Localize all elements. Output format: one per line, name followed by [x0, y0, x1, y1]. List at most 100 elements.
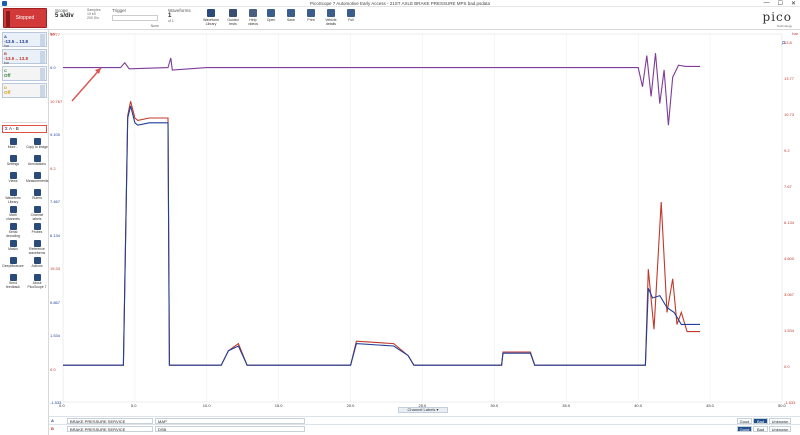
sidebar-tool-label: Rulers: [32, 196, 42, 200]
sidebar-tool-label: Send feedback: [6, 281, 20, 289]
sidebar-tool-serial-decoding[interactable]: Serial decoding: [2, 223, 24, 238]
sidebar-tool-more[interactable]: More...: [2, 138, 24, 150]
channel-b-options[interactable]: [40, 51, 45, 63]
fullscreen-icon: [347, 9, 355, 17]
sidebar-tool-about-picoscope-7[interactable]: About PicoScope 7: [26, 274, 48, 289]
save-button[interactable]: Save: [282, 9, 300, 22]
math-channel-a-minus-b[interactable]: Σ A - B: [2, 125, 47, 133]
sidebar-tool-label: Annotations: [28, 162, 46, 166]
row-b-bad-button[interactable]: Bad: [753, 426, 768, 432]
sidebar-tool-label: Copy to image: [26, 145, 48, 149]
video-icon: [249, 9, 257, 17]
sidebar-tool-label: Reference waveforms: [28, 247, 46, 255]
right-axis-tick: 1.534: [784, 328, 795, 333]
sidebar-tool-math-channels[interactable]: Math channels: [2, 206, 24, 221]
sidebar-tool-probes[interactable]: Probes: [26, 223, 48, 235]
run-stop-button[interactable]: Stopped: [3, 8, 47, 28]
sidebar-tool-actions[interactable]: Actions: [26, 257, 48, 269]
info-icon: [33, 274, 41, 281]
row-b-unknown-button[interactable]: Unknown: [769, 426, 791, 432]
sidebar-tool-send-feedback[interactable]: Send feedback: [2, 274, 24, 289]
row-b-channel: B: [51, 426, 54, 431]
sidebar-tool-masks[interactable]: Masks: [2, 240, 24, 252]
channel-a-unit: bar: [4, 44, 10, 48]
sidebar-tool-settings[interactable]: Settings: [2, 155, 24, 167]
x-axis-tick: 30.0: [490, 403, 499, 408]
sidebar-tool-views[interactable]: Views: [2, 172, 24, 184]
title-bar: PicoScope 7 Automotive Early Access - 21…: [0, 0, 800, 7]
sidebar-tool-label: Measurements: [26, 179, 49, 183]
left-axis-tick: 1.534: [50, 333, 61, 339]
channel-label-row-b: B BRAKE PRESSURE SERVICE DSB Good Bad Un…: [49, 424, 800, 432]
print-button[interactable]: Print: [302, 9, 320, 22]
sample-rate-value[interactable]: 200 S/s: [87, 16, 109, 20]
timebase-value[interactable]: 5 s/div: [55, 13, 87, 19]
sidebar-tool-label: Masks: [8, 247, 18, 251]
guided-tests-button[interactable]: Guided tests: [224, 9, 242, 26]
run-stop-label: Stopped: [15, 15, 35, 21]
right-axis-tick: 10.73: [784, 112, 795, 117]
deepmeasure-icon: [9, 257, 17, 264]
waveforms-label: Waveforms: [168, 8, 191, 13]
left-axis-unit: bar: [50, 31, 56, 36]
trigger-control[interactable]: Trigger None: [112, 8, 160, 29]
close-button[interactable]: ✕: [791, 0, 796, 7]
pico-logo: pico: [762, 10, 792, 24]
left-axis-tick: 15.33: [50, 266, 61, 272]
channel-d-options[interactable]: [40, 85, 45, 97]
scope-view[interactable]: 10.77 0.0 10.767 9.100 9.2 7.467 6.134 15.33 0.8…: [49, 30, 800, 408]
channel-b-settings[interactable]: B -13.5 .. 13.8 bar: [2, 49, 47, 65]
feedback-icon: [9, 274, 17, 281]
maximize-button[interactable]: ☐: [778, 0, 783, 7]
row-b-probe-select[interactable]: BRAKE PRESSURE SERVICE: [67, 426, 153, 432]
zoom-icon[interactable]: ⌕: [782, 38, 786, 48]
row-b-label-select[interactable]: DSB: [155, 426, 305, 432]
sidebar-tool-copy-to-image[interactable]: Copy to image: [26, 138, 48, 150]
channel-d-settings[interactable]: D Off: [2, 83, 47, 98]
right-axis-tick: 6.134: [784, 220, 795, 225]
x-axis-tick: 50.0: [778, 403, 786, 408]
sidebar-tool-measurements[interactable]: Measurements: [26, 172, 48, 184]
waveform-library-button[interactable]: Waveform Library: [202, 9, 220, 26]
left-axis-tick: 7.467: [50, 199, 61, 205]
left-axis-tick: 0.867: [50, 299, 61, 305]
views-icon: [9, 172, 17, 179]
channel-a-settings[interactable]: A -13.5 .. 13.8 bar: [2, 32, 47, 48]
sidebar-tool-reference-waveforms[interactable]: Reference waveforms: [26, 240, 48, 255]
help-videos-button[interactable]: Help videos: [244, 9, 262, 26]
grid-icon: [9, 138, 17, 145]
left-axis-tick: 0.0: [50, 366, 56, 372]
minimize-button[interactable]: —: [764, 0, 770, 7]
x-axis-tick: 15.0: [274, 403, 283, 408]
channel-c-settings[interactable]: C Off: [2, 66, 47, 81]
waveforms-control[interactable]: Waveforms 1 of 1: [168, 8, 194, 29]
channel-a-options[interactable]: [40, 34, 45, 46]
sidebar-tool-annotations[interactable]: Annotations: [26, 155, 48, 167]
sidebar-tool-waveform-library[interactable]: Waveform Library: [2, 189, 24, 204]
left-axis-tick: 0.0: [50, 65, 56, 71]
trigger-value[interactable]: None: [151, 24, 159, 28]
open-button[interactable]: Open: [262, 9, 280, 22]
sidebar-tool-deepmeasure[interactable]: DeepMeasure: [2, 257, 24, 269]
row-b-good-button[interactable]: Good: [737, 426, 752, 432]
channel-labels-toggle[interactable]: Channel Labels ▾: [398, 407, 448, 413]
channel-c-range[interactable]: Off: [4, 73, 11, 78]
sidebar-tool-label: Settings: [6, 162, 20, 166]
channel-c-options[interactable]: [40, 68, 45, 80]
sidebar-tool-label: Views: [8, 179, 18, 183]
x-axis-tick: 0.0: [59, 403, 65, 408]
timebase-control[interactable]: Scope 5 s/div: [55, 8, 87, 29]
samples-control[interactable]: Samples 10 kS 200 S/s: [87, 8, 109, 29]
channel-labels-text: Channel Labels: [407, 407, 436, 412]
left-axis-tick: 6.134: [50, 232, 61, 238]
sidebar-tool-channel-labels[interactable]: Channel labels: [26, 206, 48, 221]
sidebar-tool-rulers[interactable]: Rulers: [26, 189, 48, 201]
vehicle-details-button[interactable]: Vehicle details: [322, 9, 340, 26]
sidebar-tool-label: Math channels: [6, 213, 20, 221]
x-axis-tick: 20.0: [346, 403, 355, 408]
channel-d-range[interactable]: Off: [4, 90, 11, 95]
full-screen-button[interactable]: Full: [342, 9, 360, 22]
waveform-plot[interactable]: [49, 30, 800, 408]
sidebar-tool-label: Probes: [31, 230, 43, 234]
car-icon: [229, 9, 237, 17]
